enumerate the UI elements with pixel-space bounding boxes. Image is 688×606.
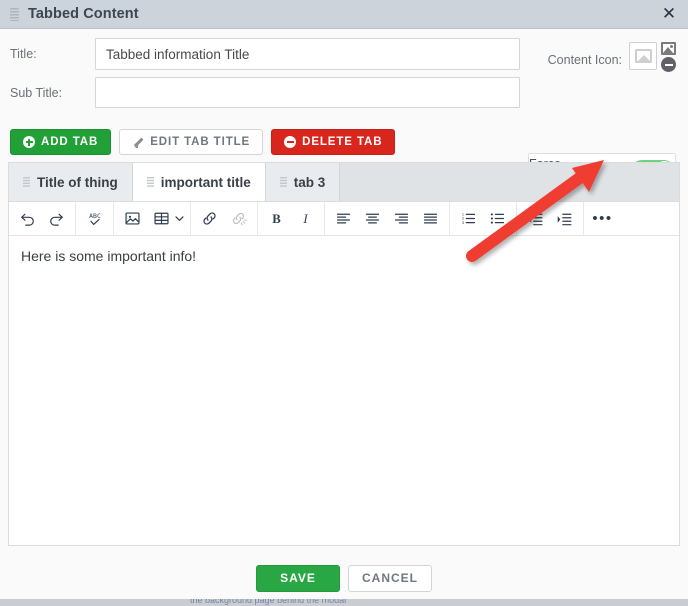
title-label: Title: [10, 47, 37, 61]
edit-tab-title-button[interactable]: EDIT TAB TITLE [119, 129, 264, 155]
add-tab-button[interactable]: ADD TAB [10, 129, 112, 155]
bold-icon[interactable]: B [262, 205, 291, 233]
unlink-icon[interactable] [224, 205, 253, 233]
more-options-icon[interactable]: ••• [588, 205, 617, 233]
tabbed-content-dialog: Tabbed Content ✕ Title: Sub Title: Conte… [0, 0, 688, 606]
svg-text:3: 3 [462, 220, 464, 225]
chevron-down-icon[interactable] [172, 205, 186, 233]
tab-title-of-thing[interactable]: Title of thing [9, 163, 133, 201]
delete-tab-label: DELETE TAB [302, 136, 383, 148]
editor-toolbar: ABC B I 1 2 3 ••• [9, 202, 679, 236]
svg-text:B: B [272, 212, 281, 226]
image-icon[interactable] [661, 42, 676, 55]
numbered-list-icon[interactable]: 1 2 3 [454, 205, 483, 233]
toolbar-group-insert [114, 202, 191, 235]
close-icon[interactable]: ✕ [659, 5, 679, 25]
edit-tab-title-label: EDIT TAB TITLE [150, 136, 251, 148]
italic-icon[interactable]: I [291, 205, 320, 233]
bullet-list-icon[interactable] [483, 205, 512, 233]
plus-circle-icon [23, 136, 35, 148]
dialog-titlebar: Tabbed Content ✕ [0, 0, 688, 29]
toolbar-group-lists: 1 2 3 [450, 202, 517, 235]
redo-icon[interactable] [42, 205, 71, 233]
toolbar-group-align [325, 202, 450, 235]
toolbar-group-history [9, 202, 76, 235]
background-page-text: the background page behind the modal [190, 599, 347, 605]
align-left-icon[interactable] [329, 205, 358, 233]
link-icon[interactable] [195, 205, 224, 233]
editor-content-area[interactable]: Here is some important info! [9, 236, 679, 545]
align-right-icon[interactable] [387, 205, 416, 233]
delete-tab-button[interactable]: DELETE TAB [271, 129, 396, 155]
image-placeholder-icon [634, 49, 652, 63]
tab-tab-3[interactable]: tab 3 [265, 163, 341, 201]
subtitle-label: Sub Title: [10, 86, 63, 100]
content-icon-preview[interactable] [629, 42, 657, 70]
align-center-icon[interactable] [358, 205, 387, 233]
toolbar-group-more: ••• [584, 202, 621, 235]
subtitle-field-row: Sub Title: [0, 77, 688, 108]
save-button[interactable]: SAVE [256, 564, 340, 592]
rich-text-editor: ABC B I 1 2 3 ••• Here is some important… [8, 201, 680, 546]
minus-circle-icon[interactable] [661, 57, 676, 72]
dialog-footer: SAVE CANCEL [0, 557, 688, 599]
tab-label: tab 3 [293, 174, 326, 190]
drag-handle-icon[interactable] [23, 176, 30, 188]
tab-label: important title [160, 174, 251, 190]
undo-icon[interactable] [13, 205, 42, 233]
content-icon-actions [661, 42, 676, 72]
outdent-icon[interactable] [521, 205, 550, 233]
toolbar-group-spelling: ABC [76, 202, 114, 235]
toolbar-group-link [191, 202, 258, 235]
background-page-strip: the background page behind the modal [0, 599, 688, 606]
content-icon-group: Content Icon: [548, 42, 676, 72]
indent-icon[interactable] [550, 205, 579, 233]
add-tab-label: ADD TAB [41, 136, 99, 148]
toolbar-group-format: B I [258, 202, 325, 235]
tab-strip: Title of thing important title tab 3 [8, 162, 680, 201]
svg-text:I: I [302, 212, 308, 226]
drag-handle-icon[interactable] [10, 7, 19, 21]
cancel-button[interactable]: CANCEL [348, 564, 432, 592]
toolbar-group-indent [517, 202, 584, 235]
pencil-icon [132, 136, 144, 148]
drag-handle-icon[interactable] [146, 176, 154, 188]
spellcheck-icon[interactable]: ABC [80, 205, 109, 233]
dialog-body: Title: Sub Title: Content Icon: ADD TAB [0, 29, 688, 557]
subtitle-input[interactable] [95, 77, 520, 108]
insert-image-icon[interactable] [118, 205, 147, 233]
content-icon-label: Content Icon: [547, 53, 622, 67]
drag-handle-icon[interactable] [279, 176, 287, 188]
tab-actions-toolbar: ADD TAB EDIT TAB TITLE DELETE TAB [10, 129, 396, 155]
dialog-title: Tabbed Content [28, 6, 139, 22]
tab-label: Title of thing [37, 174, 118, 190]
tab-important-title[interactable]: important title [132, 163, 266, 201]
title-input[interactable] [95, 38, 520, 70]
align-justify-icon[interactable] [416, 205, 445, 233]
minus-circle-icon [284, 136, 297, 148]
